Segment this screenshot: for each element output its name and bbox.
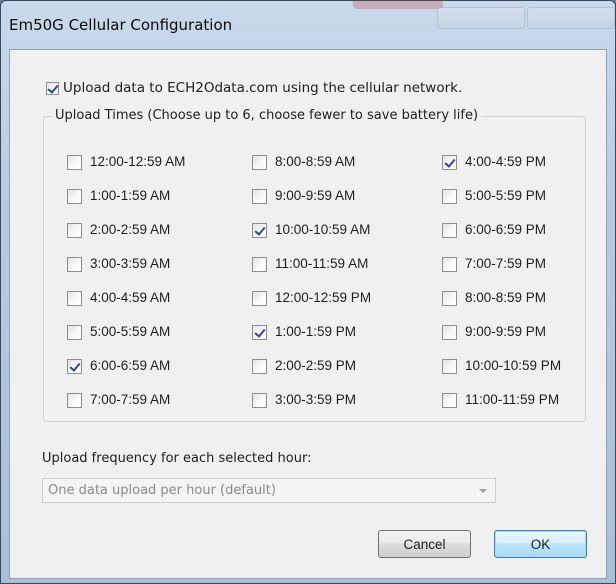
checkbox-box[interactable]: [252, 291, 267, 306]
upload-time-option[interactable]: 9:00-9:59 PM: [442, 324, 561, 358]
checkbox-box[interactable]: [252, 393, 267, 408]
checkbox-box[interactable]: [67, 291, 82, 306]
cancel-button[interactable]: Cancel: [378, 530, 471, 558]
upload-time-label[interactable]: 1:00-1:59 AM: [90, 188, 170, 203]
checkbox-box[interactable]: [442, 223, 457, 238]
upload-time-option[interactable]: 12:00-12:59 AM: [67, 154, 185, 188]
checkbox-box[interactable]: [442, 291, 457, 306]
upload-time-label[interactable]: 3:00-3:59 PM: [275, 392, 356, 407]
upload-enabled-label[interactable]: Upload data to ECH2Odata.com using the c…: [63, 80, 462, 96]
checkbox-box[interactable]: [67, 359, 82, 374]
upload-time-label[interactable]: 5:00-5:59 PM: [465, 188, 546, 203]
checkbox-box[interactable]: [442, 257, 457, 272]
upload-time-label[interactable]: 7:00-7:59 PM: [465, 256, 546, 271]
upload-time-option[interactable]: 7:00-7:59 AM: [67, 392, 185, 426]
upload-time-option[interactable]: 7:00-7:59 PM: [442, 256, 561, 290]
upload-time-option[interactable]: 3:00-3:59 PM: [252, 392, 371, 426]
upload-time-label[interactable]: 5:00-5:59 AM: [90, 324, 170, 339]
checkbox-box[interactable]: [252, 257, 267, 272]
upload-time-option[interactable]: 3:00-3:59 AM: [67, 256, 185, 290]
checkbox-box[interactable]: [252, 325, 267, 340]
dialog-client-area: Upload data to ECH2Odata.com using the c…: [9, 49, 607, 579]
upload-time-label[interactable]: 11:00-11:59 PM: [465, 392, 559, 407]
checkbox-box[interactable]: [67, 393, 82, 408]
checkbox-box[interactable]: [67, 189, 82, 204]
upload-time-option[interactable]: 4:00-4:59 PM: [442, 154, 561, 188]
checkbox-box[interactable]: [67, 223, 82, 238]
checkbox-box[interactable]: [442, 359, 457, 374]
background-window-button: [437, 7, 525, 29]
upload-time-option[interactable]: 8:00-8:59 AM: [252, 154, 371, 188]
dialog-window: Em50G Cellular Configuration Upload data…: [0, 0, 616, 584]
checkbox-box[interactable]: [46, 81, 59, 95]
window-title: Em50G Cellular Configuration: [9, 16, 233, 34]
checkbox-box[interactable]: [442, 325, 457, 340]
checkbox-box[interactable]: [252, 359, 267, 374]
upload-time-label[interactable]: 7:00-7:59 AM: [90, 392, 170, 407]
upload-time-option[interactable]: 6:00-6:59 PM: [442, 222, 561, 256]
upload-time-label[interactable]: 4:00-4:59 AM: [90, 290, 170, 305]
checkbox-box[interactable]: [442, 393, 457, 408]
upload-time-label[interactable]: 2:00-2:59 PM: [275, 358, 356, 373]
upload-time-option[interactable]: 10:00-10:59 AM: [252, 222, 371, 256]
upload-time-label[interactable]: 9:00-9:59 AM: [275, 188, 355, 203]
checkbox-box[interactable]: [442, 189, 457, 204]
upload-time-option[interactable]: 1:00-1:59 AM: [67, 188, 185, 222]
upload-time-label[interactable]: 8:00-8:59 PM: [465, 290, 546, 305]
upload-time-option[interactable]: 9:00-9:59 AM: [252, 188, 371, 222]
upload-time-label[interactable]: 6:00-6:59 AM: [90, 358, 170, 373]
upload-time-option[interactable]: 1:00-1:59 PM: [252, 324, 371, 358]
frequency-label: Upload frequency for each selected hour:: [42, 451, 312, 466]
upload-time-label[interactable]: 4:00-4:59 PM: [465, 154, 546, 169]
upload-time-label[interactable]: 10:00-10:59 PM: [465, 358, 561, 373]
upload-time-option[interactable]: 6:00-6:59 AM: [67, 358, 185, 392]
upload-times-column-2: 8:00-8:59 AM 9:00-9:59 AM 10:00-10:59 AM 11…: [252, 154, 371, 426]
upload-time-label[interactable]: 11:00-11:59 AM: [275, 256, 368, 271]
upload-times-legend: Upload Times (Choose up to 6, choose few…: [52, 108, 482, 123]
checkbox-box[interactable]: [252, 223, 267, 238]
upload-time-option[interactable]: 5:00-5:59 AM: [67, 324, 185, 358]
upload-time-label[interactable]: 10:00-10:59 AM: [275, 222, 370, 237]
upload-time-label[interactable]: 9:00-9:59 PM: [465, 324, 546, 339]
upload-time-label[interactable]: 1:00-1:59 PM: [275, 324, 356, 339]
upload-time-option[interactable]: 4:00-4:59 AM: [67, 290, 185, 324]
upload-enabled-checkbox[interactable]: Upload data to ECH2Odata.com using the c…: [46, 80, 462, 96]
checkbox-box[interactable]: [67, 155, 82, 170]
checkbox-box[interactable]: [252, 155, 267, 170]
upload-time-option[interactable]: 12:00-12:59 PM: [252, 290, 371, 324]
upload-time-option[interactable]: 2:00-2:59 PM: [252, 358, 371, 392]
upload-time-option[interactable]: 10:00-10:59 PM: [442, 358, 561, 392]
checkbox-box[interactable]: [252, 189, 267, 204]
upload-time-label[interactable]: 2:00-2:59 AM: [90, 222, 170, 237]
upload-times-group: Upload Times (Choose up to 6, choose few…: [43, 108, 586, 422]
upload-time-option[interactable]: 11:00-11:59 AM: [252, 256, 371, 290]
background-window-close: [353, 1, 443, 9]
frequency-select[interactable]: One data upload per hour (default): [42, 478, 496, 503]
checkbox-box[interactable]: [67, 325, 82, 340]
upload-time-label[interactable]: 6:00-6:59 PM: [465, 222, 546, 237]
ok-button[interactable]: OK: [494, 530, 587, 558]
upload-time-label[interactable]: 3:00-3:59 AM: [90, 256, 170, 271]
background-window-button: [527, 7, 615, 29]
upload-time-option[interactable]: 2:00-2:59 AM: [67, 222, 185, 256]
frequency-selected-value: One data upload per hour (default): [48, 483, 276, 498]
upload-time-option[interactable]: 5:00-5:59 PM: [442, 188, 561, 222]
upload-time-option[interactable]: 11:00-11:59 PM: [442, 392, 561, 426]
checkbox-box[interactable]: [442, 155, 457, 170]
upload-times-column-1: 12:00-12:59 AM 1:00-1:59 AM 2:00-2:59 AM 3:…: [67, 154, 185, 426]
upload-times-column-3: 4:00-4:59 PM 5:00-5:59 PM 6:00-6:59 PM 7:00…: [442, 154, 561, 426]
upload-time-label[interactable]: 12:00-12:59 PM: [275, 290, 371, 305]
upload-time-label[interactable]: 8:00-8:59 AM: [275, 154, 355, 169]
upload-time-option[interactable]: 8:00-8:59 PM: [442, 290, 561, 324]
checkbox-box[interactable]: [67, 257, 82, 272]
upload-time-label[interactable]: 12:00-12:59 AM: [90, 154, 185, 169]
chevron-down-icon[interactable]: [479, 489, 487, 493]
